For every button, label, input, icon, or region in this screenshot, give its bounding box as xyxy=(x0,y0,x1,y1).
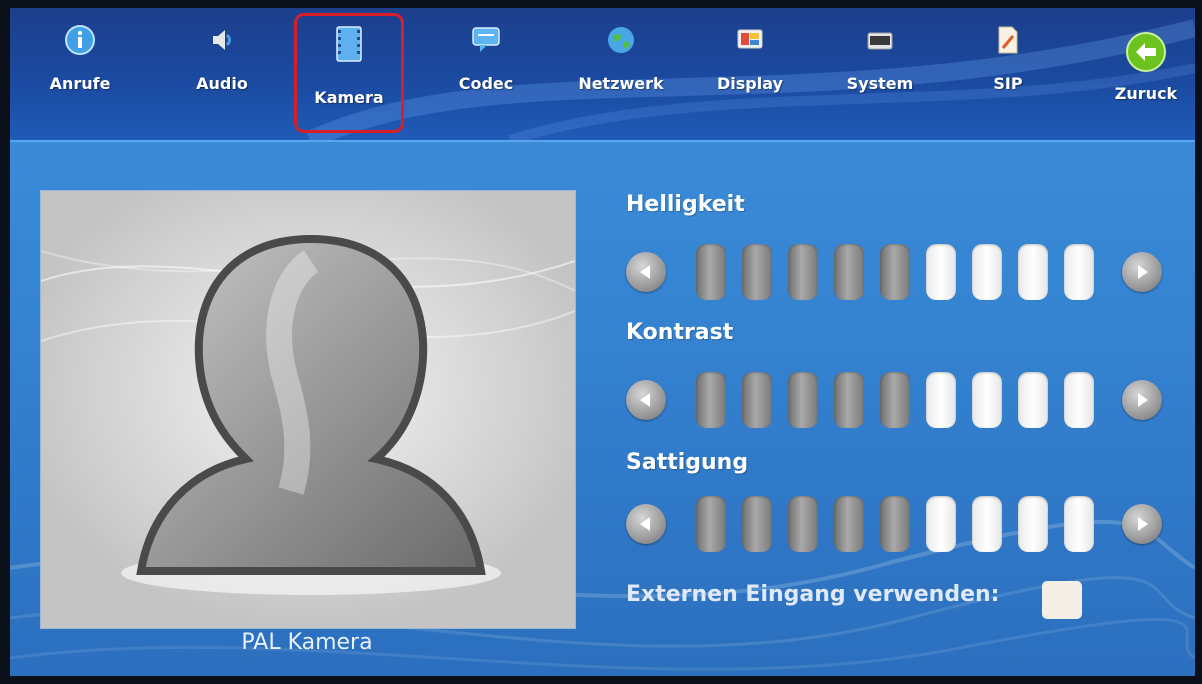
brightness-segment[interactable] xyxy=(742,244,772,300)
nav-label-zuruck: Zuruck xyxy=(1114,84,1178,103)
brightness-segment[interactable] xyxy=(1018,244,1048,300)
contrast-segment[interactable] xyxy=(696,372,726,428)
saturation-segment[interactable] xyxy=(926,496,956,552)
saturation-segment[interactable] xyxy=(880,496,910,552)
brightness-segment[interactable] xyxy=(926,244,956,300)
contrast-slider xyxy=(626,372,1166,432)
brightness-segment[interactable] xyxy=(880,244,910,300)
nav-item-anrufe[interactable]: Anrufe xyxy=(30,8,130,140)
nav-label-netzwerk: Netzwerk xyxy=(578,74,664,93)
globe-icon xyxy=(603,22,639,58)
nav-item-audio[interactable]: Audio xyxy=(172,8,272,140)
nav-item-codec[interactable]: Codec xyxy=(436,8,536,140)
saturation-decrease-button[interactable] xyxy=(626,504,666,544)
back-arrow-icon xyxy=(1124,30,1168,74)
nav-item-display[interactable]: Display xyxy=(700,8,800,140)
camera-settings-screen: Anrufe Audio Kamera Codec Netzwerk Displ… xyxy=(10,8,1195,676)
brightness-segment[interactable] xyxy=(834,244,864,300)
brightness-slider xyxy=(626,244,1166,304)
nav-item-netzwerk[interactable]: Netzwerk xyxy=(571,8,671,140)
saturation-slider xyxy=(626,496,1166,556)
contrast-segment[interactable] xyxy=(788,372,818,428)
contrast-segment[interactable] xyxy=(972,372,1002,428)
contrast-segment[interactable] xyxy=(1064,372,1094,428)
nav-label-audio: Audio xyxy=(196,74,248,93)
document-icon xyxy=(990,22,1026,58)
nav-label-kamera: Kamera xyxy=(314,88,384,107)
saturation-segment[interactable] xyxy=(742,496,772,552)
nav-label-sip: SIP xyxy=(993,74,1023,93)
saturation-label: Sattigung xyxy=(626,450,749,475)
external-input-label: Externen Eingang verwenden: xyxy=(626,582,1000,607)
brightness-label: Helligkeit xyxy=(626,192,745,217)
saturation-segment[interactable] xyxy=(1064,496,1094,552)
saturation-segment[interactable] xyxy=(696,496,726,552)
saturation-increase-button[interactable] xyxy=(1122,504,1162,544)
camera-preview xyxy=(40,190,576,629)
top-navigation-bar: Anrufe Audio Kamera Codec Netzwerk Displ… xyxy=(10,8,1195,142)
external-input-checkbox[interactable] xyxy=(1042,581,1082,619)
nav-label-codec: Codec xyxy=(458,74,514,93)
contrast-decrease-button[interactable] xyxy=(626,380,666,420)
nav-label-display: Display xyxy=(717,74,783,93)
brightness-segment[interactable] xyxy=(788,244,818,300)
saturation-segment[interactable] xyxy=(788,496,818,552)
nav-item-sip[interactable]: SIP xyxy=(958,8,1058,140)
contrast-segment[interactable] xyxy=(880,372,910,428)
brightness-segment[interactable] xyxy=(696,244,726,300)
film-icon xyxy=(331,26,367,62)
brightness-increase-button[interactable] xyxy=(1122,252,1162,292)
folder-icon xyxy=(862,22,898,58)
preview-caption: PAL Kamera xyxy=(241,630,373,655)
saturation-segment[interactable] xyxy=(834,496,864,552)
nav-label-anrufe: Anrufe xyxy=(49,74,111,93)
saturation-segment[interactable] xyxy=(972,496,1002,552)
info-icon xyxy=(62,22,98,58)
contrast-segment[interactable] xyxy=(926,372,956,428)
back-button[interactable]: Zuruck xyxy=(1096,8,1195,140)
speaker-icon xyxy=(204,22,240,58)
brightness-decrease-button[interactable] xyxy=(626,252,666,292)
contrast-segment[interactable] xyxy=(742,372,772,428)
nav-label-system: System xyxy=(846,74,914,93)
contrast-segment[interactable] xyxy=(834,372,864,428)
chat-bubble-icon xyxy=(468,22,504,58)
display-icon xyxy=(732,22,768,58)
brightness-segment[interactable] xyxy=(1064,244,1094,300)
contrast-increase-button[interactable] xyxy=(1122,380,1162,420)
contrast-segment[interactable] xyxy=(1018,372,1048,428)
nav-item-system[interactable]: System xyxy=(830,8,930,140)
nav-item-kamera[interactable]: Kamera xyxy=(294,13,404,133)
saturation-segment[interactable] xyxy=(1018,496,1048,552)
brightness-segment[interactable] xyxy=(972,244,1002,300)
user-silhouette-icon xyxy=(41,191,575,628)
contrast-label: Kontrast xyxy=(626,320,734,345)
